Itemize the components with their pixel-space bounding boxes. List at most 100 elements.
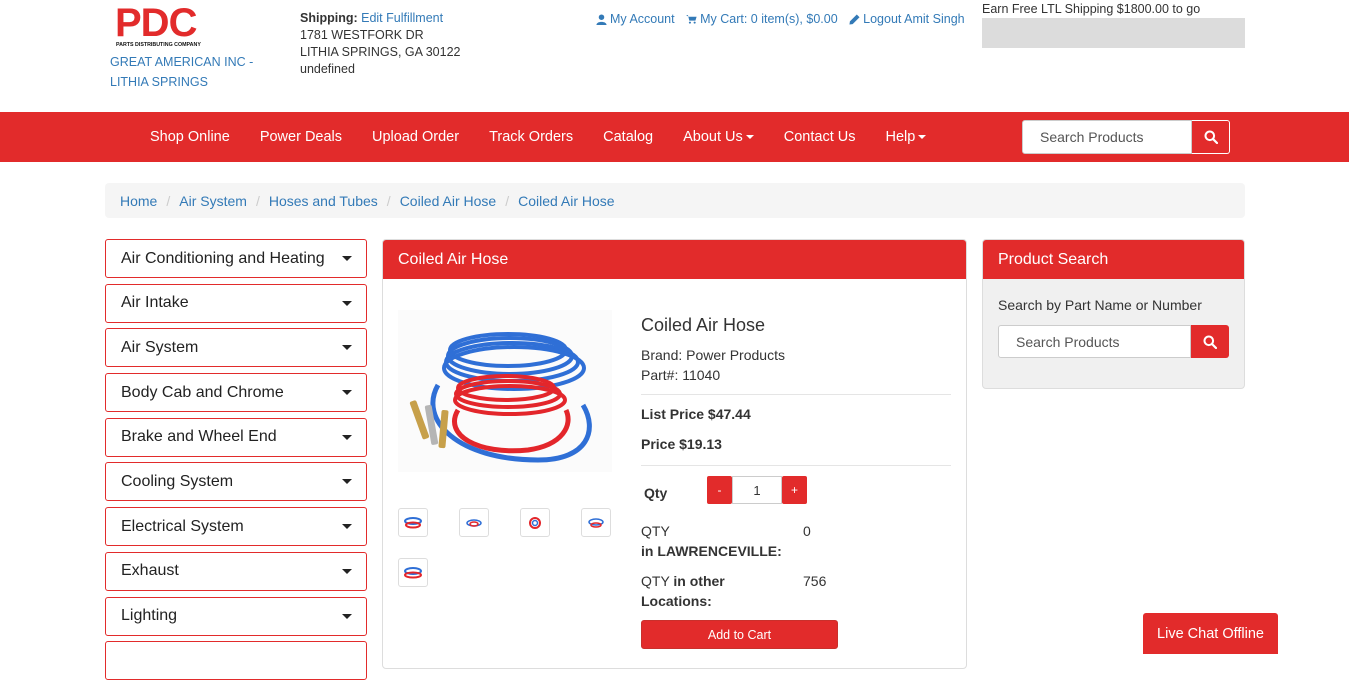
qty-decrement-button[interactable]: - xyxy=(707,476,732,504)
account-links: My Account My Cart: 0 item(s), $0.00 Log… xyxy=(596,12,973,28)
caret-down-icon xyxy=(342,434,352,440)
stock-other-location: Locations: xyxy=(641,593,712,609)
category-air-system[interactable]: Air System xyxy=(105,328,367,368)
add-to-cart-button[interactable]: Add to Cart xyxy=(641,620,838,649)
nav-power-deals[interactable]: Power Deals xyxy=(245,129,357,145)
caret-down-icon xyxy=(342,390,352,396)
nav-search-input[interactable] xyxy=(1022,120,1192,154)
qty-increment-button[interactable]: + xyxy=(782,476,807,504)
nav-track-orders[interactable]: Track Orders xyxy=(474,129,588,145)
caret-down-icon xyxy=(342,300,352,306)
nav-label: Track Orders xyxy=(489,129,574,145)
cart-icon xyxy=(686,14,697,24)
product-thumbnail[interactable] xyxy=(459,508,489,537)
breadcrumb-air-system[interactable]: Air System xyxy=(179,193,247,209)
divider xyxy=(641,465,951,466)
address-line-2: LITHIA SPRINGS, GA 30122 xyxy=(300,45,461,59)
category-cooling-system[interactable]: Cooling System xyxy=(105,462,367,502)
category-label: Electrical System xyxy=(121,517,244,535)
category-brake-and-wheel-end[interactable]: Brake and Wheel End xyxy=(105,417,367,457)
nav-label: Shop Online xyxy=(150,129,230,145)
nav-shop-online[interactable]: Shop Online xyxy=(135,129,245,145)
my-cart-label: My Cart: 0 item(s), $0.00 xyxy=(700,12,838,26)
nav-contact-us[interactable]: Contact Us xyxy=(769,129,871,145)
shipping-label: Shipping: xyxy=(300,11,358,25)
caret-down-icon xyxy=(342,479,352,485)
logo-subtext: PARTS DISTRIBUTING COMPANY xyxy=(116,42,201,48)
edit-fulfillment-link[interactable]: Edit Fulfillment xyxy=(361,11,443,25)
category-label: Body Cab and Chrome xyxy=(121,383,284,401)
product-brand: Brand: Power Products xyxy=(641,347,785,363)
caret-down-icon xyxy=(342,613,352,619)
my-cart-link[interactable]: My Cart: 0 item(s), $0.00 xyxy=(686,12,838,26)
category-next-partial[interactable] xyxy=(105,641,367,681)
nav-label: Help xyxy=(885,129,916,145)
category-exhaust[interactable]: Exhaust xyxy=(105,551,367,591)
category-label: Air Conditioning and Heating xyxy=(121,249,325,267)
thumbnail-image xyxy=(404,516,422,528)
product-name: Coiled Air Hose xyxy=(641,315,766,335)
nav-help[interactable]: Help xyxy=(871,129,942,145)
breadcrumb-coiled-air-hose-category[interactable]: Coiled Air Hose xyxy=(400,193,497,209)
caret-down-icon xyxy=(342,568,352,574)
stock-other-suffix: in other xyxy=(673,573,725,589)
product-main-image[interactable] xyxy=(398,310,612,472)
stock-local-label: QTY xyxy=(641,523,670,539)
pdc-logo[interactable]: PDC PARTS DISTRIBUTING COMPANY xyxy=(115,1,211,48)
breadcrumb-separator: / xyxy=(255,192,260,209)
product-panel: Coiled Air Hose Coiled Air Hose Brand: P… xyxy=(382,239,967,669)
product-thumbnail[interactable] xyxy=(581,508,611,537)
category-electrical-system[interactable]: Electrical System xyxy=(105,507,367,547)
store-name-link[interactable]: GREAT AMERICAN INC - LITHIA SPRINGS xyxy=(110,52,270,92)
product-search-title: Product Search xyxy=(983,240,1244,279)
category-air-intake[interactable]: Air Intake xyxy=(105,283,367,323)
category-label: Air Intake xyxy=(121,294,189,312)
product-thumbnail[interactable] xyxy=(520,508,550,537)
pencil-icon xyxy=(849,13,860,25)
nav-catalog[interactable]: Catalog xyxy=(588,129,668,145)
stock-other: QTY in other Locations: xyxy=(641,571,725,611)
caret-down-icon xyxy=(342,256,352,261)
product-search-form xyxy=(998,325,1229,358)
product-thumbnail[interactable] xyxy=(398,508,428,537)
product-search-button[interactable] xyxy=(1191,325,1229,358)
category-air-conditioning-and-heating[interactable]: Air Conditioning and Heating xyxy=(105,239,367,278)
category-label: Lighting xyxy=(121,607,178,624)
logout-link[interactable]: Logout Amit Singh xyxy=(849,12,965,26)
qty-input[interactable] xyxy=(732,476,782,504)
qty-label: Qty xyxy=(644,485,668,501)
my-account-link[interactable]: My Account xyxy=(596,12,675,26)
nav-search-form xyxy=(1022,120,1230,154)
search-icon xyxy=(1204,130,1218,144)
category-label: Brake and Wheel End xyxy=(121,428,277,446)
stock-local-value: 0 xyxy=(803,523,811,539)
coiled-hose-image xyxy=(398,310,612,472)
product-thumbnail[interactable] xyxy=(398,558,428,587)
address-line-1: 1781 WESTFORK DR xyxy=(300,28,424,42)
user-icon xyxy=(596,13,607,25)
shipping-info: Shipping: Edit Fulfillment 1781 WESTFORK… xyxy=(300,10,461,78)
nav-about-us[interactable]: About Us xyxy=(668,129,769,145)
nav-label: Catalog xyxy=(603,129,654,145)
nav-upload-order[interactable]: Upload Order xyxy=(357,129,474,145)
thumbnail-image xyxy=(529,516,541,529)
breadcrumb: Home / Air System / Hoses and Tubes / Co… xyxy=(105,183,1245,218)
my-account-label: My Account xyxy=(610,12,675,26)
category-body-cab-and-chrome[interactable]: Body Cab and Chrome xyxy=(105,373,367,413)
thumbnail-image xyxy=(404,566,422,578)
product-meta: Brand: Power Products Part#: 11040 xyxy=(641,345,785,385)
breadcrumb-coiled-air-hose-product[interactable]: Coiled Air Hose xyxy=(518,193,615,209)
caret-down-icon xyxy=(918,135,927,139)
nav-label: Contact Us xyxy=(783,129,856,145)
product-search-input[interactable] xyxy=(998,325,1191,358)
nav-search-button[interactable] xyxy=(1192,120,1230,154)
live-chat-button[interactable]: Live Chat Offline xyxy=(1143,613,1278,654)
product-search-label: Search by Part Name or Number xyxy=(998,297,1202,313)
product-panel-title: Coiled Air Hose xyxy=(383,240,966,279)
breadcrumb-home[interactable]: Home xyxy=(120,193,157,209)
breadcrumb-hoses-and-tubes[interactable]: Hoses and Tubes xyxy=(269,193,378,209)
nav-label: Power Deals xyxy=(259,129,343,145)
category-lighting[interactable]: Lighting xyxy=(105,596,367,636)
caret-down-icon xyxy=(745,135,754,139)
category-label: Cooling System xyxy=(121,472,234,490)
